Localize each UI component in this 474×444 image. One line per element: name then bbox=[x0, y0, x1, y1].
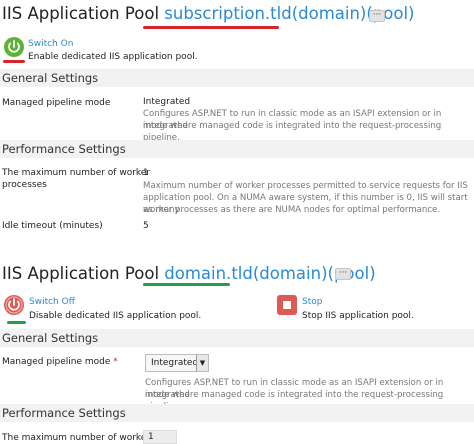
more-options-button[interactable]: ··· bbox=[369, 10, 385, 22]
required-marker: * bbox=[113, 357, 118, 367]
stop-icon[interactable] bbox=[277, 295, 297, 315]
idle-timeout-value: 5 bbox=[143, 221, 149, 231]
switch-on-description: Enable dedicated IIS application pool. bbox=[28, 52, 198, 62]
performance-settings-header: Performance Settings bbox=[0, 404, 474, 422]
pipeline-mode-label: Managed pipeline mode * bbox=[2, 356, 118, 368]
power-off-icon[interactable] bbox=[3, 294, 25, 316]
red-highlight-underline bbox=[3, 60, 25, 63]
pool-title-1: IIS Application Pool subscription.tld(do… bbox=[2, 4, 415, 23]
worker-processes-label-1: The maximum number of worker bbox=[2, 168, 151, 178]
power-on-icon[interactable] bbox=[3, 36, 25, 58]
green-highlight-underline bbox=[7, 321, 26, 324]
worker-processes-value: 1 bbox=[143, 168, 149, 178]
switch-off-description: Disable dedicated IIS application pool. bbox=[29, 311, 202, 321]
switch-off-link[interactable]: Switch Off bbox=[29, 297, 75, 307]
worker-processes-input[interactable]: 1 bbox=[143, 430, 177, 444]
more-icon: ··· bbox=[372, 10, 382, 20]
stop-link[interactable]: Stop bbox=[302, 297, 322, 307]
pipeline-mode-select[interactable]: Integrated ▼ bbox=[145, 354, 209, 372]
more-options-button[interactable]: ··· bbox=[335, 268, 351, 280]
green-highlight-underline bbox=[143, 283, 230, 286]
worker-processes-desc-1: Maximum number of worker processes permi… bbox=[143, 181, 468, 191]
pipeline-mode-select-value: Integrated bbox=[151, 358, 199, 368]
red-highlight-underline bbox=[143, 26, 279, 29]
pool-title-2: IIS Application Pool domain.tld(domain)(… bbox=[2, 264, 376, 283]
general-settings-header: General Settings bbox=[0, 69, 474, 87]
switch-on-link[interactable]: Switch On bbox=[28, 39, 73, 49]
idle-timeout-label: Idle timeout (minutes) bbox=[2, 221, 103, 231]
worker-processes-input-value: 1 bbox=[148, 432, 154, 442]
performance-settings-header: Performance Settings bbox=[0, 140, 474, 158]
pool-title-label: IIS Application Pool bbox=[2, 4, 160, 23]
pipeline-mode-label-text: Managed pipeline mode bbox=[2, 357, 111, 367]
worker-processes-label-2: processes bbox=[2, 180, 47, 190]
worker-processes-label: The maximum number of worker bbox=[2, 433, 151, 443]
worker-processes-desc-3: worker processes as there are NUMA nodes… bbox=[143, 205, 441, 215]
general-settings-header: General Settings bbox=[0, 329, 474, 347]
dropdown-arrow-icon: ▼ bbox=[196, 355, 208, 371]
pool-title-label: IIS Application Pool bbox=[2, 264, 160, 283]
pipeline-mode-value: Integrated bbox=[143, 97, 191, 107]
more-icon: ··· bbox=[338, 268, 348, 278]
stop-description: Stop IIS application pool. bbox=[302, 311, 414, 321]
pipeline-mode-label: Managed pipeline mode bbox=[2, 98, 111, 108]
